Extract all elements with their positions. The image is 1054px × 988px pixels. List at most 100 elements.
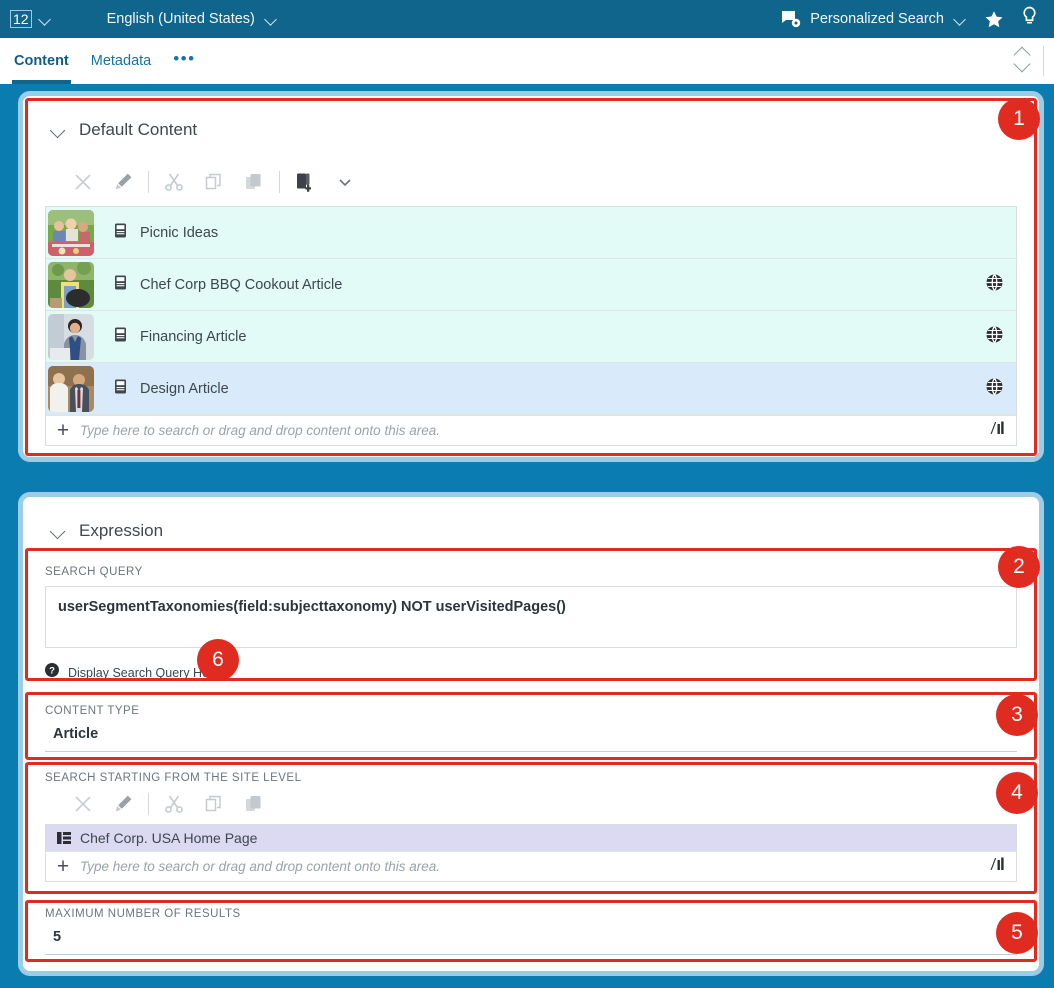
search-query-input[interactable]: userSegmentTaxonomies(field:subjecttaxon… <box>45 586 1017 648</box>
globe-icon[interactable] <box>985 377 1004 401</box>
badge-label: 3 <box>1011 703 1023 727</box>
globe-icon[interactable] <box>985 325 1004 349</box>
tab-metadata[interactable]: Metadata <box>89 38 153 84</box>
cut-icon[interactable] <box>154 787 194 821</box>
tab-content-label: Content <box>14 53 69 69</box>
star-icon[interactable] <box>983 9 1005 30</box>
site-level-row-label: Chef Corp. USA Home Page <box>80 830 257 846</box>
badge-label: 5 <box>1011 921 1023 945</box>
content-type-label: CONTENT TYPE <box>45 705 1017 717</box>
businesswoman-photo <box>48 314 94 360</box>
badge-label: 2 <box>1013 555 1025 579</box>
expression-header[interactable]: Expression <box>23 497 1039 541</box>
chevron-down-icon[interactable] <box>325 165 365 199</box>
content-type-input[interactable]: Article <box>45 717 1017 752</box>
copy-icon[interactable] <box>194 165 234 199</box>
meeting-photo <box>48 366 94 412</box>
max-results-label: MAXIMUM NUMBER OF RESULTS <box>45 908 1017 920</box>
help-circle-icon: ? <box>45 663 59 682</box>
tab-overflow[interactable]: ••• <box>171 38 197 84</box>
copy-icon[interactable] <box>194 787 234 821</box>
site-level-field: SEARCH STARTING FROM THE SITE LEVEL <box>45 772 1017 882</box>
edit-icon[interactable] <box>103 165 143 199</box>
tab-list: Content Metadata ••• <box>0 38 198 84</box>
expression-title: Expression <box>79 521 163 541</box>
tab-content[interactable]: Content <box>12 38 71 84</box>
globe-icon[interactable] <box>985 273 1004 297</box>
table-row-label: Chef Corp BBQ Cookout Article <box>140 277 342 293</box>
chevron-down-icon[interactable] <box>38 12 52 26</box>
site-level-list: Chef Corp. USA Home Page + Type here to … <box>45 824 1017 882</box>
edit-icon[interactable] <box>103 787 143 821</box>
chevron-down-icon[interactable] <box>51 524 66 539</box>
tab-bar: Content Metadata ••• <box>0 38 1054 84</box>
delete-icon[interactable] <box>63 787 103 821</box>
document-icon <box>114 223 127 243</box>
search-query-help[interactable]: ? Display Search Query Help <box>45 663 1017 682</box>
divider <box>279 171 280 193</box>
annotation-badge-5: 5 <box>996 912 1038 954</box>
chevron-down-icon[interactable] <box>264 12 278 26</box>
expand-collapse-icon[interactable] <box>1011 46 1033 76</box>
personalized-search-selector[interactable]: Personalized Search <box>781 10 967 28</box>
paste-icon[interactable] <box>234 787 274 821</box>
badge-label: 1 <box>1013 107 1025 131</box>
site-level-toolbar <box>63 784 1017 824</box>
language-label: English (United States) <box>107 11 255 27</box>
add-content-row[interactable]: + Type here to search or drag and drop c… <box>46 415 1016 445</box>
top-bar-left: 12 <box>0 10 52 28</box>
plus-icon[interactable]: + <box>46 857 80 877</box>
search-query-label: SEARCH QUERY <box>45 566 1017 578</box>
paste-icon[interactable] <box>234 165 274 199</box>
table-row[interactable]: Financing Article <box>46 311 1016 363</box>
table-row[interactable]: Design Article <box>46 363 1016 415</box>
tab-overflow-icon: ••• <box>173 54 195 68</box>
search-query-help-link[interactable]: Display Search Query Help <box>68 666 219 680</box>
top-bar-right: Personalized Search <box>781 6 1054 32</box>
document-icon <box>114 379 127 399</box>
delete-icon[interactable] <box>63 165 103 199</box>
add-content-icon[interactable] <box>285 165 325 199</box>
default-content-list: Picnic Ideas <box>45 206 1017 446</box>
bbq-photo <box>48 262 94 308</box>
sort-bars-icon[interactable] <box>990 857 1006 877</box>
search-query-value: userSegmentTaxonomies(field:subjecttaxon… <box>58 599 566 615</box>
sort-bars-icon[interactable] <box>990 421 1006 441</box>
site-level-add-placeholder: Type here to search or drag and drop con… <box>80 859 440 874</box>
table-row[interactable]: Chef Corp BBQ Cookout Article <box>46 259 1016 311</box>
content-type-value: Article <box>53 726 98 742</box>
annotation-badge-3: 3 <box>996 694 1038 736</box>
table-row-label: Financing Article <box>140 329 246 345</box>
table-row-label: Design Article <box>140 381 229 397</box>
badge-label: 6 <box>212 648 224 672</box>
divider <box>1043 46 1044 76</box>
cut-icon[interactable] <box>154 165 194 199</box>
lightbulb-icon[interactable] <box>1021 6 1038 32</box>
site-level-label: SEARCH STARTING FROM THE SITE LEVEL <box>45 772 1017 784</box>
max-results-value: 5 <box>53 929 61 945</box>
tab-metadata-label: Metadata <box>91 53 151 69</box>
language-selector[interactable]: English (United States) <box>107 11 278 27</box>
chevron-down-icon[interactable] <box>953 12 967 26</box>
content-toolbar <box>63 162 1039 202</box>
content-type-field: CONTENT TYPE Article <box>45 705 1017 752</box>
tab-bar-right <box>1011 38 1054 84</box>
plus-icon[interactable]: + <box>46 421 80 441</box>
item-counter[interactable]: 12 <box>10 10 32 28</box>
search-query-field: SEARCH QUERY userSegmentTaxonomies(field… <box>45 566 1017 682</box>
max-results-input[interactable]: 5 <box>45 920 1017 955</box>
site-level-row[interactable]: Chef Corp. USA Home Page <box>46 825 1016 851</box>
site-level-add-row[interactable]: + Type here to search or drag and drop c… <box>46 851 1016 881</box>
document-icon <box>114 275 127 295</box>
personalized-search-label: Personalized Search <box>810 11 944 27</box>
annotation-badge-1: 1 <box>998 98 1040 140</box>
annotation-badge-6: 6 <box>197 639 239 681</box>
table-row-label: Picnic Ideas <box>140 225 218 241</box>
table-row[interactable]: Picnic Ideas <box>46 207 1016 259</box>
site-page-icon <box>57 832 71 844</box>
add-content-placeholder: Type here to search or drag and drop con… <box>80 423 440 438</box>
default-content-card: Default Content <box>18 91 1044 462</box>
divider <box>148 793 149 815</box>
chevron-down-icon[interactable] <box>51 123 66 138</box>
default-content-header[interactable]: Default Content <box>23 96 1039 140</box>
